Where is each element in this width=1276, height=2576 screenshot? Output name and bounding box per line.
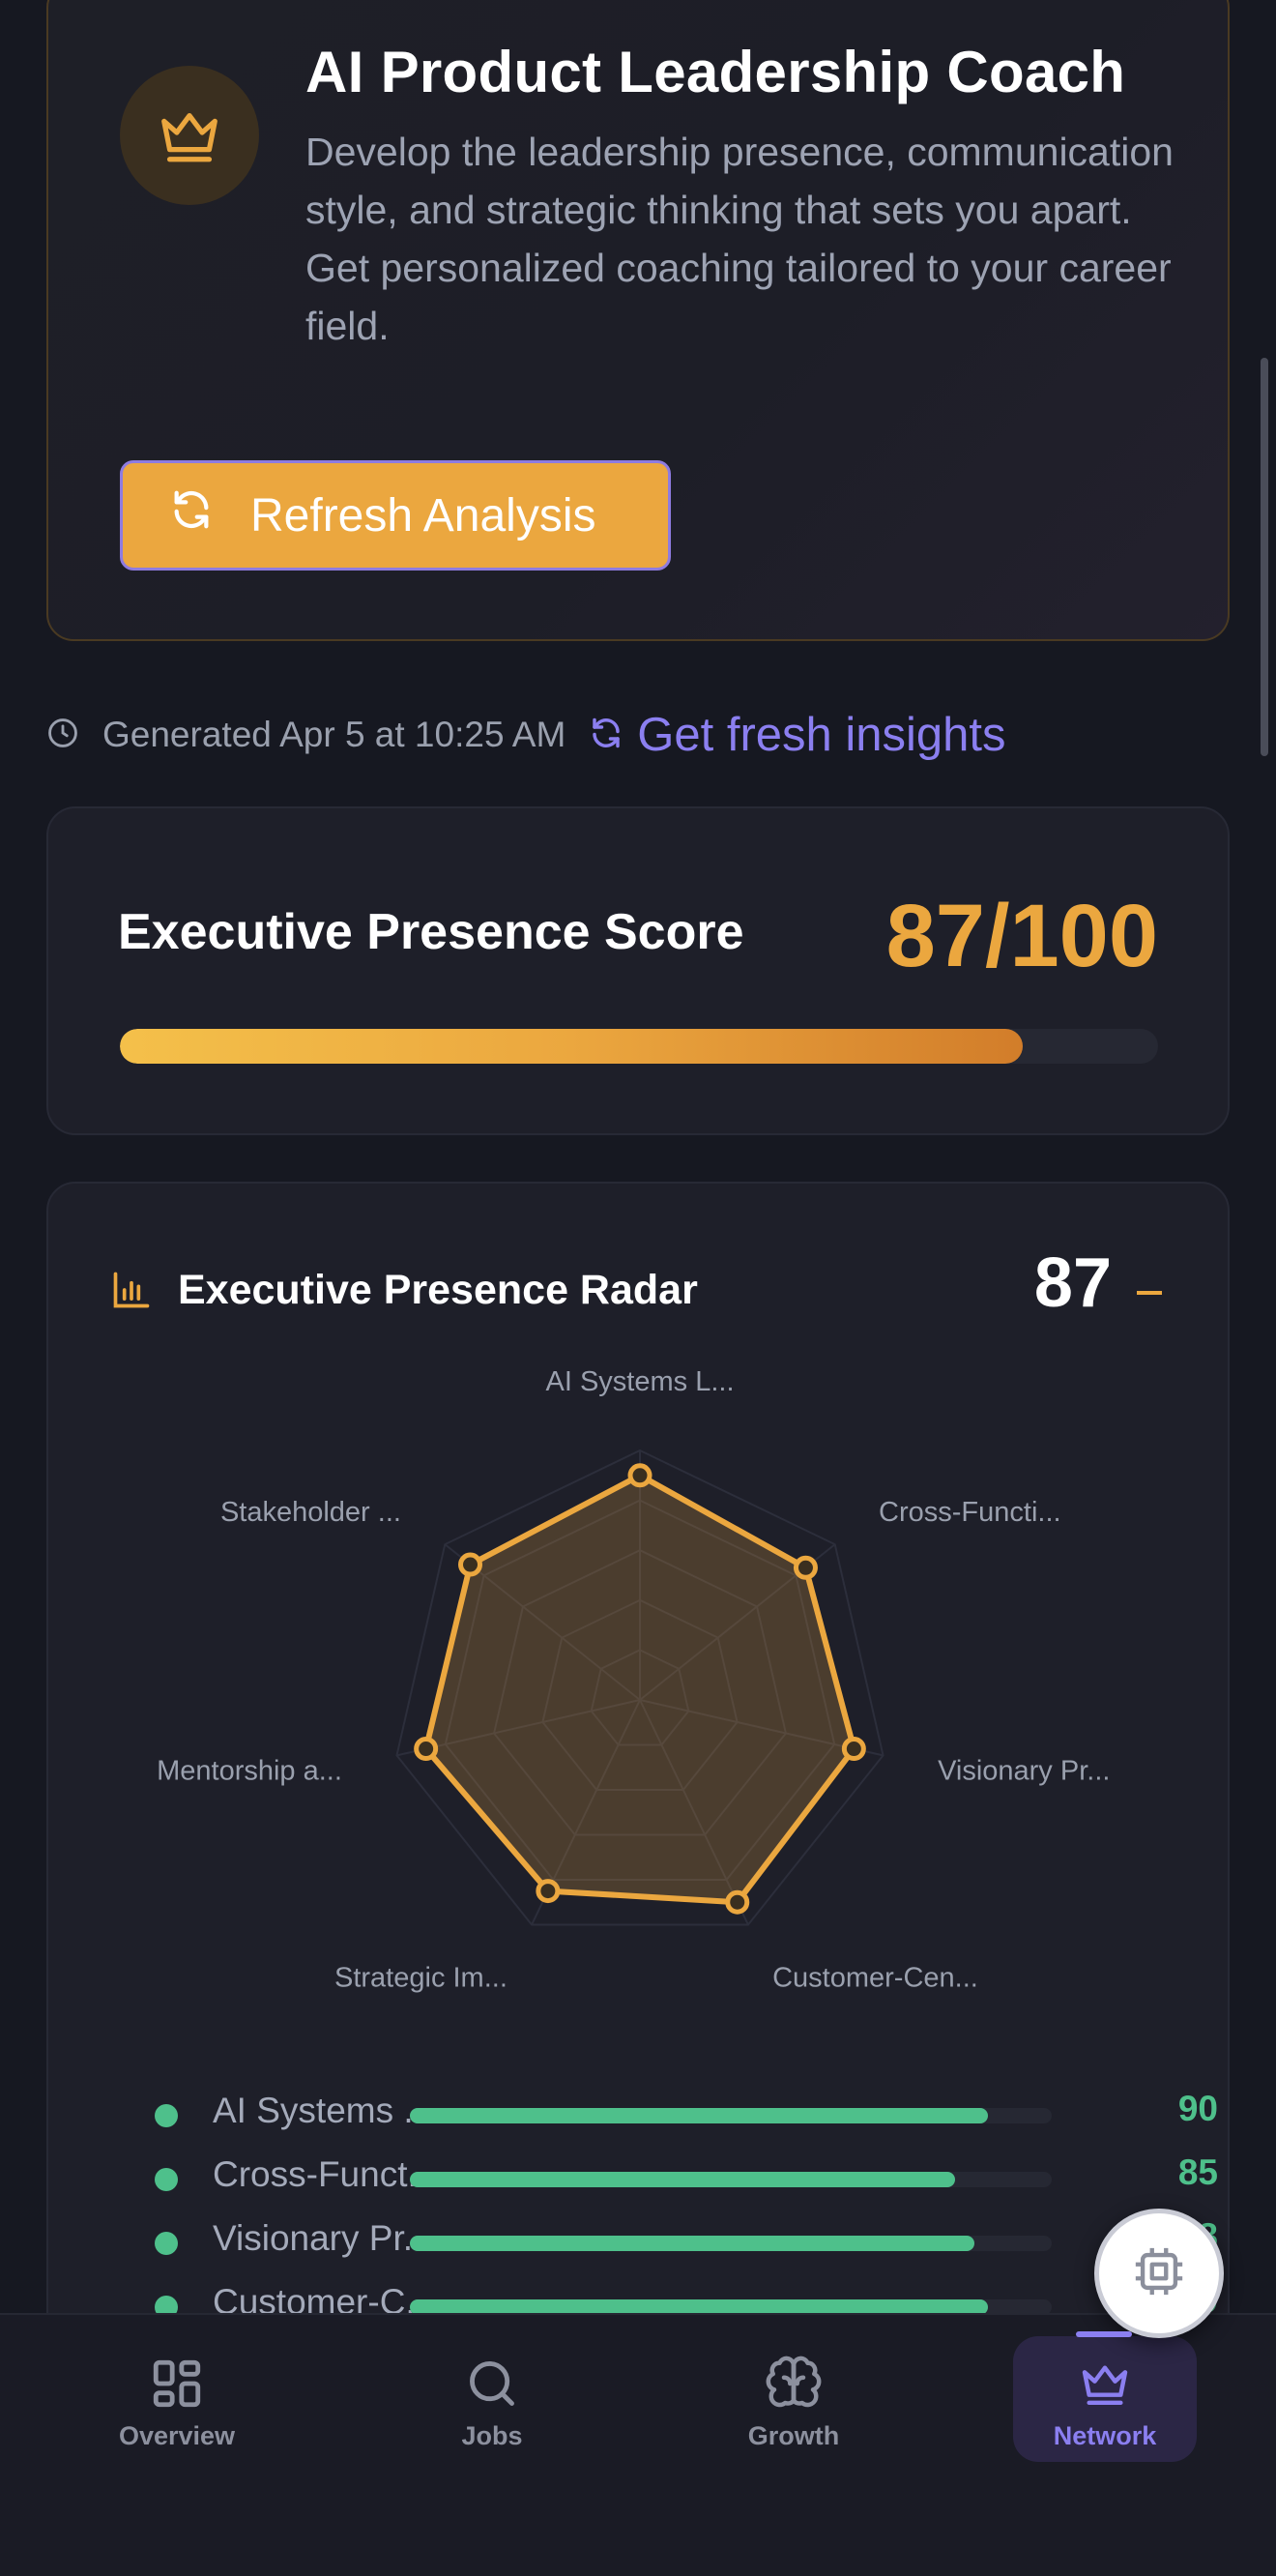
radar-legend-row: Visionary Pr...88 <box>106 2214 1218 2272</box>
clock-icon <box>46 717 79 754</box>
radar-legend-row: AI Systems ... 90 <box>106 2087 1218 2145</box>
radar-axis-label: Stakeholder ... <box>220 1497 401 1528</box>
generated-meta-row: Generated Apr 5 at 10:25 AM Get fresh in… <box>46 704 1006 766</box>
bottom-navigation: Overview Jobs Growth Network <box>0 2313 1276 2576</box>
nav-item-jobs[interactable]: Jobs <box>400 2336 584 2462</box>
nav-label-jobs: Jobs <box>461 2421 523 2450</box>
legend-label: Visionary Pr... <box>213 2218 433 2258</box>
nav-item-overview[interactable]: Overview <box>85 2336 269 2462</box>
hero-description: Develop the leadership presence, communi… <box>305 130 1174 348</box>
radar-axis-label: Mentorship a... <box>157 1755 342 1786</box>
legend-bar-track <box>410 2108 1052 2123</box>
nav-label-growth: Growth <box>747 2421 840 2450</box>
score-value: 87/100 <box>885 887 1158 985</box>
legend-bar-fill <box>410 2108 988 2123</box>
radar-data-point[interactable] <box>414 1737 439 1762</box>
radar-data-point[interactable] <box>536 1879 561 1904</box>
radar-legend-row: Cross-Funct... 85 <box>106 2151 1218 2209</box>
radar-series-area <box>422 1472 857 1906</box>
score-progress-bar <box>120 1029 1158 1064</box>
score-progress-fill <box>120 1029 1024 1064</box>
legend-bar-track <box>410 2236 1052 2251</box>
nav-active-indicator <box>1076 2331 1132 2337</box>
refresh-icon <box>589 708 624 762</box>
crown-icon <box>120 66 259 205</box>
grid-icon <box>149 2350 205 2417</box>
refresh-analysis-label: Refresh Analysis <box>250 489 596 542</box>
legend-dot <box>155 2104 178 2127</box>
search-icon <box>464 2350 520 2417</box>
hero-title: AI Product Leadership Coach <box>305 40 1126 104</box>
get-fresh-insights-label: Get fresh insights <box>637 709 1006 761</box>
legend-bar-track <box>410 2172 1052 2187</box>
legend-value: 85 <box>1177 2152 1218 2192</box>
chip-icon <box>1131 2243 1187 2304</box>
executive-presence-score-card: Executive Presence Score 87/100 <box>46 806 1230 1135</box>
radar-axis-label: Customer-Cen... <box>772 1963 978 1994</box>
nav-label-network: Network <box>1053 2421 1157 2450</box>
nav-item-network[interactable]: Network <box>1013 2336 1197 2462</box>
nav-item-growth[interactable]: Growth <box>702 2336 885 2462</box>
radar-data-point[interactable] <box>725 1889 750 1915</box>
radar-data-point[interactable] <box>841 1737 866 1762</box>
brain-icon <box>765 2350 823 2417</box>
legend-bar-fill <box>410 2172 956 2187</box>
radar-data-point[interactable] <box>793 1555 818 1580</box>
crown-icon <box>1076 2350 1134 2417</box>
radar-chart: AI Systems L... Cross-Functi... Visionary … <box>157 1366 1110 1994</box>
radar-axis-label: AI Systems L... <box>546 1366 735 1397</box>
radar-data-point[interactable] <box>458 1552 483 1577</box>
refresh-analysis-button[interactable]: Refresh Analysis <box>120 460 671 571</box>
scrollbar[interactable] <box>1261 358 1268 756</box>
legend-value: 90 <box>1177 2089 1218 2128</box>
legend-dot <box>155 2232 178 2255</box>
legend-dot <box>155 2168 178 2191</box>
refresh-icon <box>169 487 214 543</box>
legend-label: AI Systems ... <box>213 2091 434 2130</box>
score-label: Executive Presence Score <box>118 904 744 960</box>
legend-bar-fill <box>410 2236 975 2251</box>
get-fresh-insights-link[interactable]: Get fresh insights <box>589 708 1006 762</box>
ai-assistant-button[interactable] <box>1094 2209 1224 2338</box>
radar-axis-label: Visionary Pr... <box>938 1755 1110 1786</box>
radar-data-point[interactable] <box>627 1463 652 1488</box>
generated-timestamp: Generated Apr 5 at 10:25 AM <box>102 715 566 754</box>
coach-hero-card: AI Product Leadership Coach Develop the … <box>46 0 1230 641</box>
legend-label: Cross-Funct... <box>213 2154 438 2194</box>
radar-axis-label: Cross-Functi... <box>879 1497 1061 1528</box>
radar-axis-label: Strategic Im... <box>334 1963 508 1994</box>
nav-label-overview: Overview <box>118 2421 236 2450</box>
